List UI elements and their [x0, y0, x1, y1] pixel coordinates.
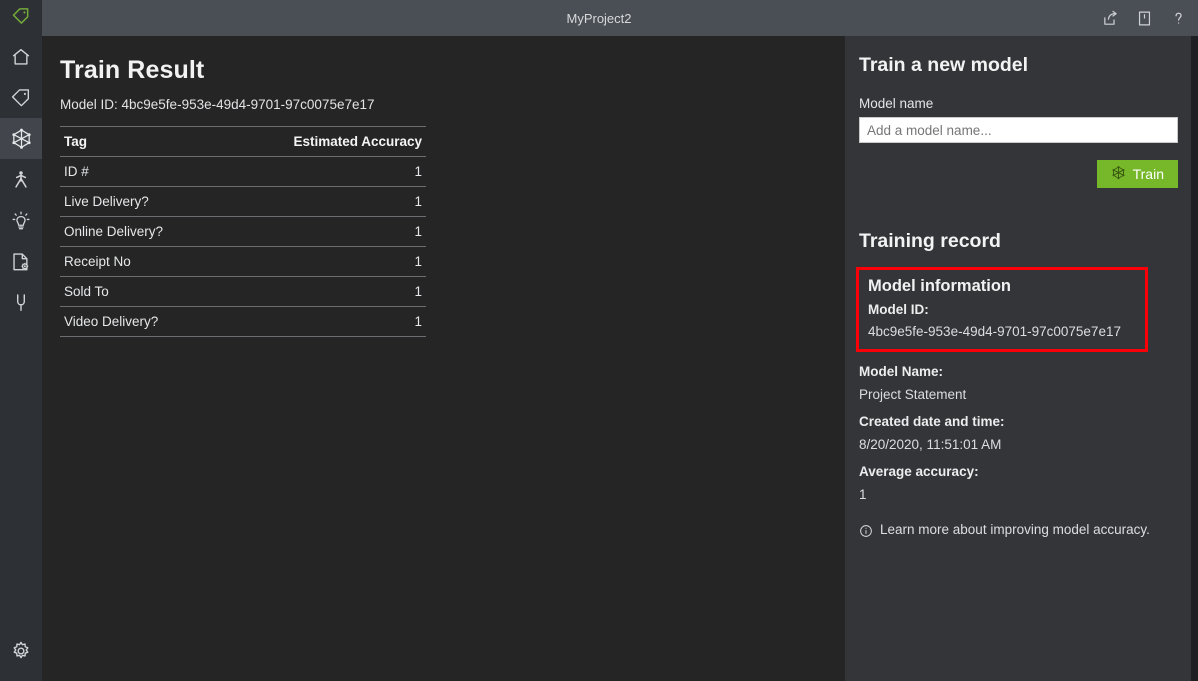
model-id-label: Model ID: [868, 302, 929, 317]
model-network-icon [1111, 165, 1126, 183]
train-button[interactable]: Train [1096, 160, 1178, 188]
average-accuracy-label: Average accuracy: [859, 464, 979, 479]
column-header-accuracy: Estimated Accuracy [220, 126, 426, 157]
cell-accuracy: 1 [220, 246, 426, 277]
created-date-value: 8/20/2020, 11:51:01 AM [859, 437, 1002, 452]
cell-accuracy: 1 [220, 156, 426, 187]
app-window: MyProject2 Train Result Model ID: 4bc9e5… [0, 0, 1198, 681]
table-row: Live Delivery? 1 [60, 186, 426, 217]
info-icon [859, 522, 873, 541]
created-date-label: Created date and time: [859, 414, 1005, 429]
sidebar-item-document-settings[interactable] [0, 241, 42, 282]
plug-icon [10, 292, 32, 314]
help-icon[interactable] [1162, 2, 1194, 34]
train-new-model-heading: Train a new model [859, 54, 1029, 76]
table-row: Sold To 1 [60, 276, 426, 307]
table-row: Online Delivery? 1 [60, 216, 426, 247]
tag-icon [10, 87, 32, 109]
table-header-row: Tag Estimated Accuracy [60, 126, 426, 157]
model-name-field-label: Model Name: [859, 364, 944, 379]
sidebar-item-insights[interactable] [0, 200, 42, 241]
model-name-field-value: Project Statement [859, 387, 967, 402]
table-body: ID # 1 Live Delivery? 1 Online Delivery?… [60, 156, 426, 337]
learn-more-text: Learn more about improving model accurac… [880, 522, 1150, 537]
cell-accuracy: 1 [220, 276, 426, 307]
cell-tag: Video Delivery? [60, 306, 221, 337]
right-edge-border [1191, 36, 1198, 681]
window-title: MyProject2 [566, 10, 632, 26]
learn-more-link[interactable]: Learn more about improving model accurac… [859, 522, 1173, 541]
model-id-line: Model ID: 4bc9e5fe-953e-49d4-9701-97c007… [60, 97, 375, 112]
table-row: Video Delivery? 1 [60, 306, 426, 337]
share-icon[interactable] [1094, 2, 1126, 34]
page-title: Train Result [60, 56, 205, 84]
sidebar-item-analyze[interactable] [0, 159, 42, 200]
side-panel: Train a new model Model name Add a model… [845, 36, 1191, 681]
sidebar-item-tag[interactable] [0, 77, 42, 118]
main-content: Train Result Model ID: 4bc9e5fe-953e-49d… [42, 36, 845, 681]
model-information-highlight: Model information Model ID: 4bc9e5fe-953… [856, 267, 1148, 352]
table-head: Tag Estimated Accuracy [60, 126, 426, 157]
document-settings-icon [10, 251, 32, 273]
table-row: ID # 1 [60, 156, 426, 187]
sidebar-rail [0, 36, 42, 681]
cell-tag: Live Delivery? [60, 186, 221, 217]
table-row: Receipt No 1 [60, 246, 426, 277]
person-icon [10, 169, 32, 191]
train-button-label: Train [1132, 166, 1164, 182]
lightbulb-icon [10, 210, 32, 232]
model-name-label: Model name [859, 96, 934, 111]
model-network-icon [10, 127, 33, 150]
home-icon [10, 46, 32, 68]
train-button-row: Train [859, 160, 1178, 188]
average-accuracy-value: 1 [859, 487, 867, 502]
train-result-table: Tag Estimated Accuracy ID # 1 Live Deliv… [60, 126, 426, 337]
sidebar-item-connections[interactable] [0, 282, 42, 323]
cell-accuracy: 1 [220, 186, 426, 217]
cell-tag: Online Delivery? [60, 216, 221, 247]
titlebar-actions [1094, 0, 1194, 36]
training-record-heading: Training record [859, 230, 1001, 252]
gear-icon [10, 640, 32, 662]
model-name-input[interactable] [859, 117, 1178, 143]
cell-tag: Sold To [60, 276, 221, 307]
cell-tag: Receipt No [60, 246, 221, 277]
cell-tag: ID # [60, 156, 221, 187]
column-header-tag: Tag [60, 126, 221, 157]
cell-accuracy: 1 [220, 306, 426, 337]
model-id-value: 4bc9e5fe-953e-49d4-9701-97c0075e7e17 [868, 324, 1121, 339]
title-bar: MyProject2 [0, 0, 1198, 36]
sidebar-item-home[interactable] [0, 36, 42, 77]
model-information-heading: Model information [868, 277, 1011, 295]
sidebar-item-settings[interactable] [0, 630, 42, 671]
sidebar-item-train[interactable] [0, 118, 42, 159]
book-icon[interactable] [1128, 2, 1160, 34]
cell-accuracy: 1 [220, 216, 426, 247]
